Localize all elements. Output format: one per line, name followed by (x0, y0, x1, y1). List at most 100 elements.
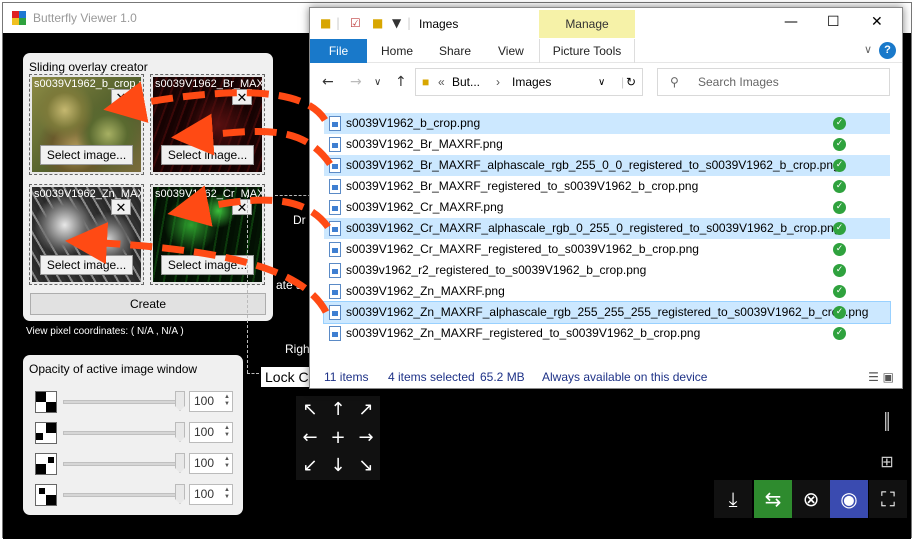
png-file-icon (329, 137, 341, 152)
breadcrumb-parent[interactable]: But... (452, 75, 480, 89)
file-row[interactable]: s0039V1962_Zn_MAXRF.png ✓ (324, 281, 890, 302)
tab-picture-tools[interactable]: Picture Tools (539, 39, 635, 63)
tile-close-button[interactable]: ✕ (232, 199, 252, 215)
opacity-spinbox[interactable]: 100 ▲ ▼ (189, 422, 233, 443)
opacity-spinbox[interactable]: 100 ▲ ▼ (189, 453, 233, 474)
recent-dropdown-icon[interactable]: ∨ (374, 77, 381, 88)
file-row[interactable]: s0039V1962_Br_MAXRF.png ✓ (324, 134, 890, 155)
tab-file[interactable]: File (310, 39, 367, 63)
file-row[interactable]: s0039v1962_r2_registered_to_s0039V1962_b… (324, 260, 890, 281)
file-row[interactable]: s0039V1962_Cr_MAXRF_registered_to_s0039V… (324, 239, 890, 260)
png-file-icon (329, 305, 341, 320)
pan-down-right-icon[interactable]: ↘ (352, 452, 380, 480)
app-logo-icon (12, 11, 26, 25)
opacity-slider-track[interactable] (63, 462, 183, 466)
breadcrumb-current[interactable]: Images (512, 75, 551, 89)
minimize-icon[interactable]: — (784, 14, 798, 30)
sync-arrows-icon[interactable]: ⇆ (754, 480, 792, 518)
checker-bottom-left-icon (35, 453, 57, 475)
pan-left-icon[interactable]: ← (296, 424, 324, 452)
fullscreen-icon[interactable]: ⛶ (869, 480, 907, 518)
png-file-icon (329, 284, 341, 299)
overlay-tile-base[interactable]: s0039V1962_b_crop.png ✕ Select image... (29, 74, 144, 175)
manage-tab[interactable]: Manage (539, 10, 635, 38)
up-icon[interactable]: ↑ (395, 74, 407, 90)
opacity-slider-handle[interactable] (175, 453, 185, 473)
opacity-panel: Opacity of active image window 100 ▲ ▼ 100… (23, 355, 243, 515)
file-name: s0039V1962_Cr_MAXRF.png (346, 200, 504, 214)
opacity-row: 100 ▲ ▼ (35, 482, 235, 508)
file-row[interactable]: s0039V1962_b_crop.png ✓ (324, 113, 890, 134)
sync-ok-icon: ✓ (833, 264, 846, 277)
opacity-spinbox[interactable]: 100 ▲ ▼ (189, 391, 233, 412)
tab-view[interactable]: View (498, 44, 524, 58)
selected-count: 4 items selected (388, 370, 475, 384)
item-count: 11 items (324, 370, 369, 384)
refresh-icon[interactable]: ↻ (626, 75, 636, 89)
eye-icon[interactable]: ◉ (830, 480, 868, 518)
opacity-slider-handle[interactable] (175, 391, 185, 411)
back-icon[interactable]: ← (322, 74, 334, 90)
help-icon[interactable]: ? (879, 42, 896, 59)
file-row[interactable]: s0039V1962_Cr_MAXRF_alphascale_rgb_0_255… (324, 218, 890, 239)
tab-home[interactable]: Home (381, 44, 413, 58)
close-icon[interactable]: ✕ (871, 14, 883, 30)
new-folder-icon[interactable]: ■ (372, 16, 383, 30)
properties-icon[interactable]: ☑ (350, 16, 361, 30)
overlay-tile-bottom-left[interactable]: s0039V1962_Zn_MAXRF ✕ Select image... (29, 184, 144, 285)
pan-down-left-icon[interactable]: ↙ (296, 452, 324, 480)
overlay-creator-title: Sliding overlay creator (29, 60, 148, 74)
opacity-slider-track[interactable] (63, 400, 183, 404)
grid-icon[interactable]: ⊞ (877, 452, 897, 471)
view-toggle-icons[interactable]: ☰ ▣ (868, 370, 894, 384)
opacity-slider-track[interactable] (63, 431, 183, 435)
opacity-slider-handle[interactable] (175, 484, 185, 504)
checker-bottom-right-icon (35, 484, 57, 506)
tile-close-button[interactable]: ✕ (232, 89, 252, 105)
pan-center-icon[interactable]: + (324, 424, 352, 452)
select-image-button[interactable]: Select image... (161, 255, 254, 275)
pan-up-right-icon[interactable]: ↗ (352, 396, 380, 424)
vertical-split-icon[interactable]: ║ (877, 412, 897, 431)
drag-hint-text: Dr (293, 213, 306, 227)
sync-ok-icon: ✓ (833, 117, 846, 130)
tile-close-button[interactable]: ✕ (111, 89, 131, 105)
select-image-button[interactable]: Select image... (161, 145, 254, 165)
sync-ok-icon: ✓ (833, 327, 846, 340)
create-overlay-button[interactable]: Create (30, 293, 266, 315)
file-row[interactable]: s0039V1962_Cr_MAXRF.png ✓ (324, 197, 890, 218)
tab-share[interactable]: Share (439, 44, 471, 58)
overlay-tile-top-right[interactable]: s0039V1962_Br_MAXRF ✕ Select image... (150, 74, 265, 175)
address-bar[interactable]: ■ « But... › Images ∨ | ↻ (415, 68, 643, 96)
opacity-slider-handle[interactable] (175, 422, 185, 442)
quick-access-dropdown-icon[interactable]: ▼ (392, 16, 401, 30)
explorer-titlebar: ■ | ☑ ■ ▼ | Images Manage — ☐ ✕ (310, 8, 902, 39)
address-dropdown-icon[interactable]: ∨ (598, 77, 605, 88)
opacity-slider-track[interactable] (63, 493, 183, 497)
folder-icon: ■ (320, 16, 332, 30)
file-row[interactable]: s0039V1962_Br_MAXRF_alphascale_rgb_255_0… (324, 155, 890, 176)
maximize-icon[interactable]: ☐ (827, 14, 840, 30)
search-input[interactable]: ⚲ Search Images (657, 68, 890, 96)
opacity-spinbox[interactable]: 100 ▲ ▼ (189, 484, 233, 505)
pixel-coordinates-readout: View pixel coordinates: ( N/A , N/A ) (26, 326, 184, 337)
close-circle-icon[interactable]: ⊗ (792, 480, 830, 518)
select-image-button[interactable]: Select image... (40, 255, 133, 275)
pan-right-icon[interactable]: → (352, 424, 380, 452)
ribbon-expand-icon[interactable]: ∨ (864, 43, 872, 56)
pan-up-icon[interactable]: ↑ (324, 396, 352, 424)
forward-icon[interactable]: → (350, 74, 362, 90)
selected-size: 65.2 MB (480, 370, 525, 384)
select-image-button[interactable]: Select image... (40, 145, 133, 165)
file-row[interactable]: s0039V1962_Zn_MAXRF_alphascale_rgb_255_2… (323, 301, 891, 324)
file-row[interactable]: s0039V1962_Zn_MAXRF_registered_to_s0039V… (324, 323, 890, 344)
tile-close-button[interactable]: ✕ (111, 199, 131, 215)
download-icon[interactable]: ⤓ (714, 480, 752, 518)
pan-down-icon[interactable]: ↓ (324, 452, 352, 480)
availability-status: Always available on this device (542, 370, 708, 384)
dashed-frame-edge (275, 195, 311, 196)
file-row[interactable]: s0039V1962_Br_MAXRF_registered_to_s0039V… (324, 176, 890, 197)
file-name: s0039v1962_r2_registered_to_s0039V1962_b… (346, 263, 647, 277)
pan-up-left-icon[interactable]: ↖ (296, 396, 324, 424)
status-bar: 11 items 4 items selected 65.2 MB Always… (310, 366, 902, 388)
